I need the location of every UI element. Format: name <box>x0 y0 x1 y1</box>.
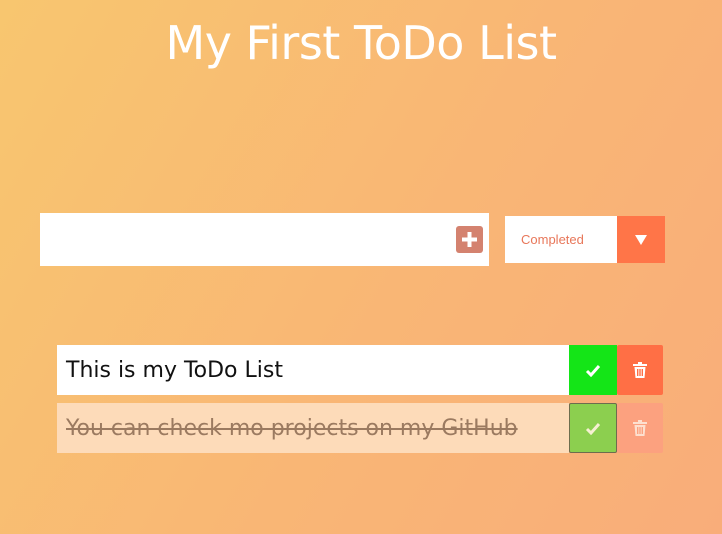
trash-icon <box>633 362 647 378</box>
todo-form <box>40 213 489 266</box>
todo-input[interactable] <box>40 213 449 266</box>
check-icon <box>585 364 601 377</box>
todo-item-completed: You can check mo projects on my GitHub <box>57 403 663 453</box>
trash-icon <box>633 420 647 436</box>
plus-icon <box>455 226 483 253</box>
todo-item: This is my ToDo List <box>57 345 663 395</box>
filter-select[interactable]: Completed <box>505 216 665 263</box>
todo-item-text: This is my ToDo List <box>57 345 569 395</box>
caret-down-icon[interactable] <box>617 216 665 263</box>
complete-button[interactable] <box>569 345 617 395</box>
filter-selected-value: Completed <box>521 232 584 247</box>
delete-button[interactable] <box>617 403 663 453</box>
delete-button[interactable] <box>617 345 663 395</box>
add-todo-button[interactable] <box>449 213 489 266</box>
todo-item-text: You can check mo projects on my GitHub <box>57 403 569 453</box>
complete-button[interactable] <box>569 403 617 453</box>
page-title: My First ToDo List <box>165 16 557 70</box>
check-icon <box>585 422 601 435</box>
